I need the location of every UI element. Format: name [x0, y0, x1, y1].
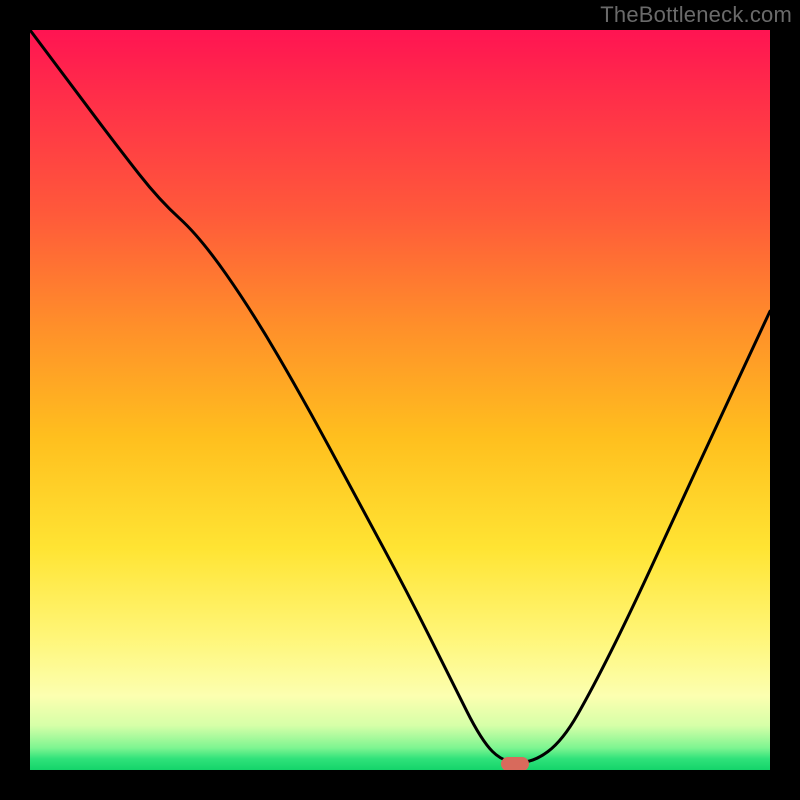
bottleneck-curve	[30, 30, 770, 770]
watermark-text: TheBottleneck.com	[600, 2, 792, 28]
optimum-marker	[501, 757, 529, 770]
plot-area	[30, 30, 770, 770]
chart-frame: TheBottleneck.com	[0, 0, 800, 800]
